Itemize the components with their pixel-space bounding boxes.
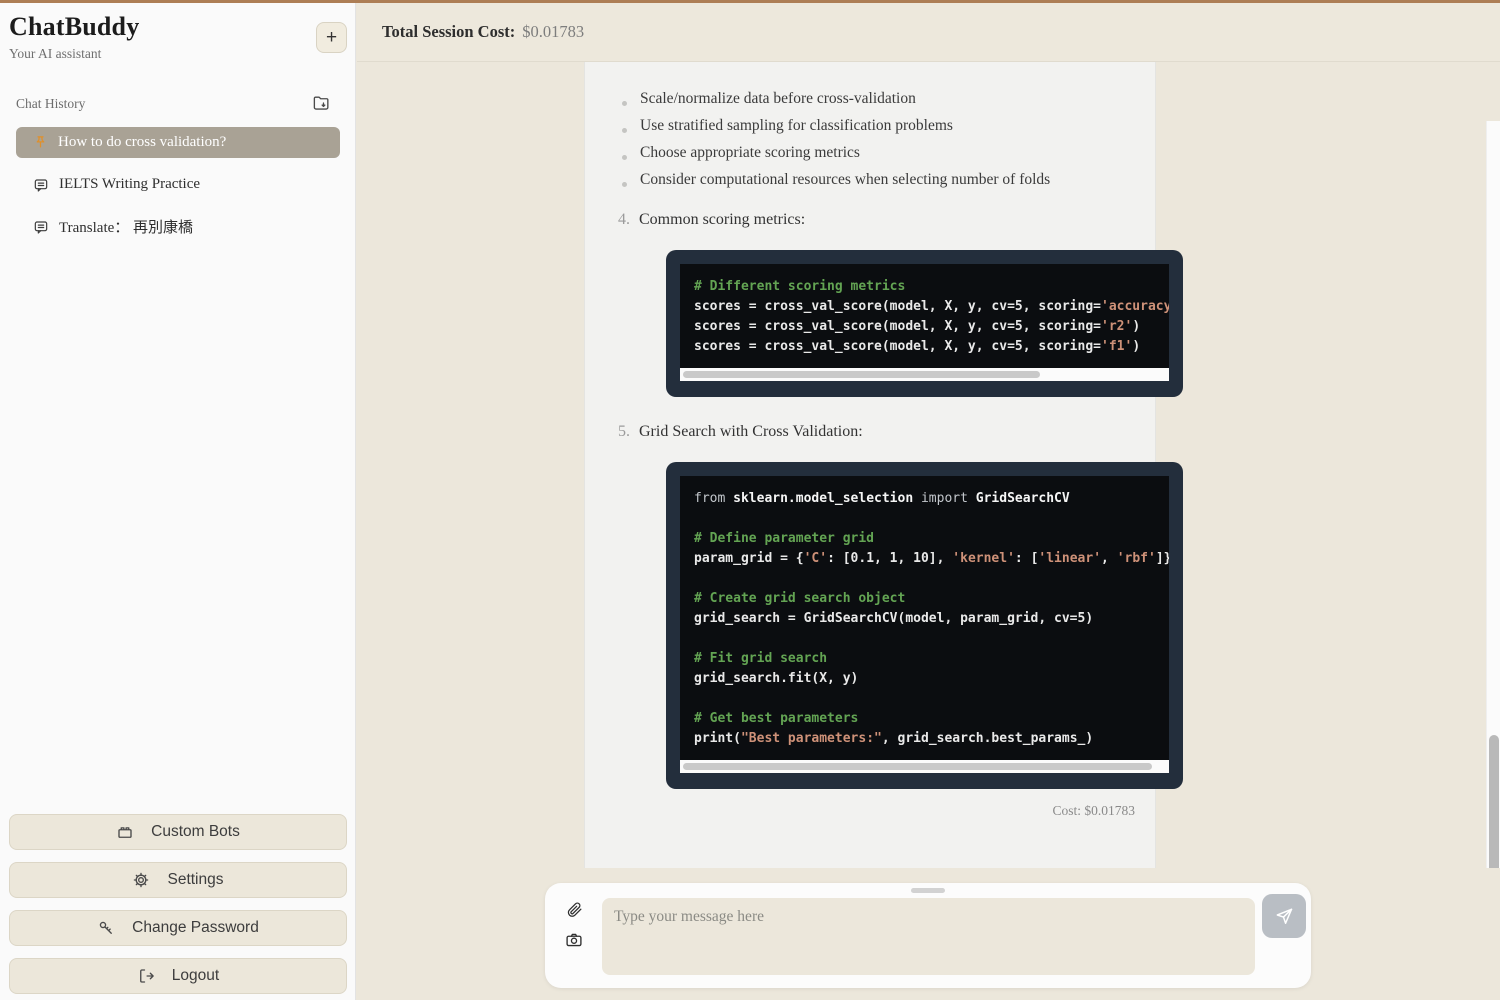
message-cost: Cost: $0.01783 xyxy=(639,803,1135,819)
send-icon xyxy=(1274,906,1294,926)
message-composer xyxy=(545,883,1311,988)
scrollbar-thumb[interactable] xyxy=(683,763,1152,770)
attachment-tools xyxy=(565,901,583,949)
brick-icon xyxy=(116,823,134,841)
session-cost-bar: Total Session Cost: $0.01783 xyxy=(357,3,1500,62)
folder-down-icon[interactable] xyxy=(312,94,331,113)
numbered-item-5: 5. Grid Search with Cross Validation: xyxy=(639,423,1135,450)
code-block-grid-search: from sklearn.model_selection import Grid… xyxy=(666,462,1183,789)
chat-item-translate[interactable]: Translate： 再別康橋 xyxy=(16,211,340,242)
list-item: Consider computational resources when se… xyxy=(639,171,1135,198)
chat-item-ielts[interactable]: IELTS Writing Practice xyxy=(16,169,340,200)
paperclip-icon[interactable] xyxy=(565,901,583,918)
session-cost-value: $0.01783 xyxy=(522,22,584,42)
main-area: Total Session Cost: $0.01783 Scale/norma… xyxy=(357,3,1500,1000)
bullet-text: Choose appropriate scoring metrics xyxy=(640,144,860,162)
list-item: Scale/normalize data before cross-valida… xyxy=(639,90,1135,117)
bullet-text: Consider computational resources when se… xyxy=(640,171,1050,189)
scrollbar-thumb[interactable] xyxy=(1489,735,1499,868)
chat-item-cross-validation[interactable]: How to do cross validation? xyxy=(16,127,340,158)
camera-icon[interactable] xyxy=(565,931,583,949)
item-number: 4. xyxy=(618,211,639,229)
message-input[interactable] xyxy=(602,898,1255,975)
chat-bubble-icon xyxy=(33,177,49,193)
session-cost-label: Total Session Cost: xyxy=(382,22,515,42)
bullet-text: Scale/normalize data before cross-valida… xyxy=(640,90,916,108)
send-button[interactable] xyxy=(1262,894,1306,938)
bullet-icon xyxy=(622,128,627,133)
list-item: Choose appropriate scoring metrics xyxy=(639,144,1135,171)
assistant-message: Scale/normalize data before cross-valida… xyxy=(584,62,1156,868)
brand-top-stripe xyxy=(0,0,1500,3)
item-text: Common scoring metrics: xyxy=(639,211,805,229)
logout-icon xyxy=(137,967,155,985)
chat-history-list: How to do cross validation? IELTS Writin… xyxy=(16,127,340,253)
code-content: # Different scoring metricsscores = cros… xyxy=(680,264,1169,368)
app-title: ChatBuddy xyxy=(9,12,139,42)
scrollbar-thumb[interactable] xyxy=(683,371,1040,378)
button-label: Custom Bots xyxy=(151,823,240,841)
new-chat-button[interactable]: + xyxy=(316,22,347,53)
code-horizontal-scrollbar[interactable] xyxy=(680,760,1169,773)
bullet-icon xyxy=(622,101,627,106)
code-content: from sklearn.model_selection import Grid… xyxy=(680,476,1169,760)
key-icon xyxy=(97,919,115,937)
code-horizontal-scrollbar[interactable] xyxy=(680,368,1169,381)
list-item: Use stratified sampling for classificati… xyxy=(639,117,1135,144)
bullet-list: Scale/normalize data before cross-valida… xyxy=(639,90,1135,198)
change-password-button[interactable]: Change Password xyxy=(9,910,347,946)
button-label: Settings xyxy=(167,871,223,889)
button-label: Logout xyxy=(172,967,219,985)
bullet-icon xyxy=(622,155,627,160)
plus-icon: + xyxy=(326,27,337,49)
app-brand: ChatBuddy Your AI assistant xyxy=(9,12,139,62)
app-subtitle: Your AI assistant xyxy=(9,46,139,62)
gear-icon xyxy=(132,871,150,889)
pin-icon xyxy=(33,135,48,150)
chat-history-header: Chat History xyxy=(16,94,331,113)
chat-scroll-region[interactable]: Scale/normalize data before cross-valida… xyxy=(357,62,1500,868)
button-label: Change Password xyxy=(132,919,259,937)
bullet-text: Use stratified sampling for classificati… xyxy=(640,117,953,135)
item-number: 5. xyxy=(618,423,639,441)
chat-item-label: Translate： 再別康橋 xyxy=(59,216,193,237)
chat-bubble-icon xyxy=(33,219,49,235)
numbered-item-4: 4. Common scoring metrics: xyxy=(639,211,1135,238)
sidebar-actions: Custom Bots Settings Change Password xyxy=(9,814,347,1000)
resize-handle[interactable] xyxy=(911,888,945,893)
item-text: Grid Search with Cross Validation: xyxy=(639,423,863,441)
chat-history-label: Chat History xyxy=(16,96,85,112)
code-block-scoring-metrics: # Different scoring metricsscores = cros… xyxy=(666,250,1183,397)
logout-button[interactable]: Logout xyxy=(9,958,347,994)
settings-button[interactable]: Settings xyxy=(9,862,347,898)
bullet-icon xyxy=(622,182,627,187)
chat-item-label: How to do cross validation? xyxy=(58,134,226,151)
custom-bots-button[interactable]: Custom Bots xyxy=(9,814,347,850)
vertical-scrollbar[interactable] xyxy=(1486,121,1500,868)
chat-item-label: IELTS Writing Practice xyxy=(59,176,200,193)
sidebar: ChatBuddy Your AI assistant + Chat Histo… xyxy=(0,3,356,1000)
